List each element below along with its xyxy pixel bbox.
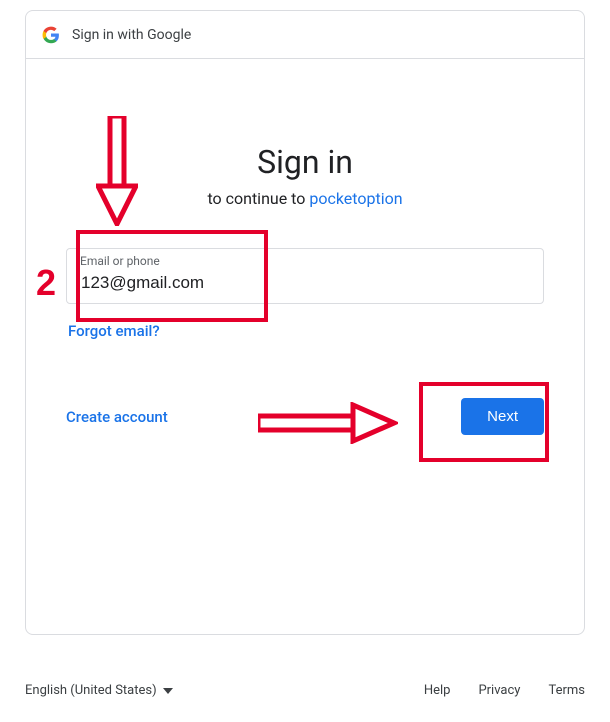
chevron-down-icon (163, 688, 173, 694)
page-title: Sign in (66, 143, 544, 181)
subtitle: to continue to pocketoption (66, 189, 544, 208)
footer-links: Help Privacy Terms (424, 683, 585, 698)
footer: English (United States) Help Privacy Ter… (25, 683, 585, 698)
actions-row: Create account Next (66, 398, 544, 435)
email-input[interactable] (66, 248, 544, 304)
create-account-link[interactable]: Create account (66, 408, 168, 426)
card-header: Sign in with Google (26, 11, 584, 59)
google-logo-icon (42, 26, 60, 44)
subtitle-prefix: to continue to (207, 189, 309, 208)
card-body: Sign in to continue to pocketoption Emai… (26, 59, 584, 435)
language-selector[interactable]: English (United States) (25, 683, 173, 698)
header-title: Sign in with Google (72, 27, 191, 43)
language-label: English (United States) (25, 683, 157, 698)
forgot-email-link[interactable]: Forgot email? (68, 322, 160, 340)
signin-card: Sign in with Google Sign in to continue … (25, 10, 585, 635)
app-link[interactable]: pocketoption (309, 189, 402, 208)
help-link[interactable]: Help (424, 683, 451, 698)
privacy-link[interactable]: Privacy (478, 683, 520, 698)
email-field-wrap: Email or phone (66, 248, 544, 304)
terms-link[interactable]: Terms (548, 683, 585, 698)
next-button[interactable]: Next (461, 398, 544, 435)
